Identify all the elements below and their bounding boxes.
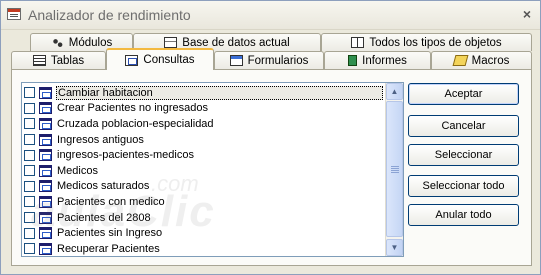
- app-window-icon: [7, 8, 21, 20]
- query-icon: [39, 195, 52, 208]
- query-icon: [39, 133, 52, 146]
- table-icon: [32, 55, 46, 66]
- item-label: Pacientes del 2808: [57, 211, 151, 224]
- seleccionar-todo-button[interactable]: Seleccionar todo: [408, 175, 519, 197]
- tab-label: Macros: [471, 54, 510, 67]
- scroll-up-button[interactable]: ▲: [386, 83, 403, 100]
- macro-icon: [452, 55, 469, 66]
- item-checkbox[interactable]: [24, 180, 35, 192]
- query-icon: [39, 86, 52, 99]
- item-label: ingresos-pacientes-medicos: [57, 149, 194, 162]
- vertical-scrollbar[interactable]: ▲ ▼: [385, 83, 403, 256]
- query-icon: [39, 164, 52, 177]
- item-checkbox[interactable]: [24, 149, 35, 161]
- close-button[interactable]: ×: [523, 6, 531, 22]
- tab-informes[interactable]: Informes: [324, 51, 431, 69]
- tab-label: Formularios: [247, 54, 309, 67]
- query-icon: [125, 54, 139, 66]
- tab-label: Base de datos actual: [182, 36, 290, 49]
- list-item[interactable]: Pacientes sin Ingreso: [22, 225, 386, 241]
- query-icon: [39, 180, 52, 193]
- item-checkbox[interactable]: [24, 118, 35, 130]
- query-icon: [39, 102, 52, 115]
- query-icon: [39, 227, 52, 240]
- query-icon: [39, 149, 52, 162]
- query-icon: [39, 211, 52, 224]
- tab-label: Módulos: [68, 36, 113, 49]
- item-label: Ingresos antiguos: [57, 133, 144, 146]
- modules-icon: [50, 37, 64, 48]
- item-label: Medicos saturados: [57, 180, 150, 193]
- tab-label: Todos los tipos de objetos: [369, 36, 502, 49]
- list-item[interactable]: ingresos-pacientes-medicos: [22, 147, 386, 163]
- item-checkbox[interactable]: [24, 212, 35, 224]
- tab-label: Consultas: [143, 54, 195, 66]
- item-label: Pacientes sin Ingreso: [57, 227, 163, 240]
- list-item[interactable]: Pacientes con medico: [22, 194, 386, 210]
- list-item[interactable]: Cambiar habitacion: [22, 85, 386, 101]
- list-item[interactable]: Medicos saturados: [22, 179, 386, 195]
- item-checkbox[interactable]: [24, 165, 35, 177]
- item-label: Cambiar habitacion: [56, 85, 383, 100]
- performance-analyzer-window: Analizador de rendimiento × Módulos Base…: [0, 0, 541, 275]
- item-checkbox[interactable]: [24, 227, 35, 239]
- list-item[interactable]: Ingresos antiguos: [22, 132, 386, 148]
- list-item[interactable]: Medicos: [22, 163, 386, 179]
- item-label: Recuperar Pacientes: [57, 242, 160, 255]
- list-item[interactable]: Recuperar Pacientes: [22, 241, 386, 256]
- tab-consultas[interactable]: Consultas: [106, 48, 214, 70]
- title-bar[interactable]: Analizador de rendimiento ×: [1, 1, 540, 30]
- cancelar-button[interactable]: Cancelar: [408, 115, 519, 137]
- query-icon: [39, 117, 52, 130]
- item-checkbox[interactable]: [24, 243, 35, 255]
- list-item[interactable]: Crear Pacientes no ingresados: [22, 101, 386, 117]
- item-label: Cruzada poblacion-especialidad: [57, 117, 214, 130]
- tab-tablas[interactable]: Tablas: [11, 51, 106, 69]
- anular-todo-button[interactable]: Anular todo: [408, 204, 519, 226]
- query-list[interactable]: Cambiar habitacion Crear Pacientes no ing…: [21, 82, 404, 257]
- tab-todos-los-tipos[interactable]: Todos los tipos de objetos: [321, 33, 532, 51]
- item-checkbox[interactable]: [24, 134, 35, 146]
- item-label: Pacientes con medico: [57, 195, 165, 208]
- item-label: Crear Pacientes no ingresados: [57, 102, 209, 115]
- list-item[interactable]: Pacientes del 2808: [22, 210, 386, 226]
- item-label: Medicos: [57, 164, 98, 177]
- scroll-thumb[interactable]: [386, 101, 403, 237]
- query-list-items: Cambiar habitacion Crear Pacientes no ing…: [22, 85, 386, 256]
- window-title: Analizador de rendimiento: [28, 7, 191, 23]
- seleccionar-button[interactable]: Seleccionar: [408, 144, 519, 166]
- aceptar-button[interactable]: Aceptar: [408, 83, 519, 105]
- query-icon: [39, 242, 52, 255]
- tab-label: Tablas: [50, 54, 85, 67]
- item-checkbox[interactable]: [24, 87, 35, 99]
- tab-formularios[interactable]: Formularios: [214, 51, 324, 69]
- item-checkbox[interactable]: [24, 196, 35, 208]
- database-icon: [164, 37, 178, 48]
- form-icon: [229, 55, 243, 66]
- list-item[interactable]: Cruzada poblacion-especialidad: [22, 116, 386, 132]
- tab-label: Informes: [362, 54, 407, 67]
- item-checkbox[interactable]: [24, 102, 35, 114]
- report-icon: [348, 55, 358, 66]
- tab-macros[interactable]: Macros: [431, 51, 532, 69]
- all-objects-icon: [351, 37, 365, 48]
- scroll-down-button[interactable]: ▼: [386, 239, 403, 256]
